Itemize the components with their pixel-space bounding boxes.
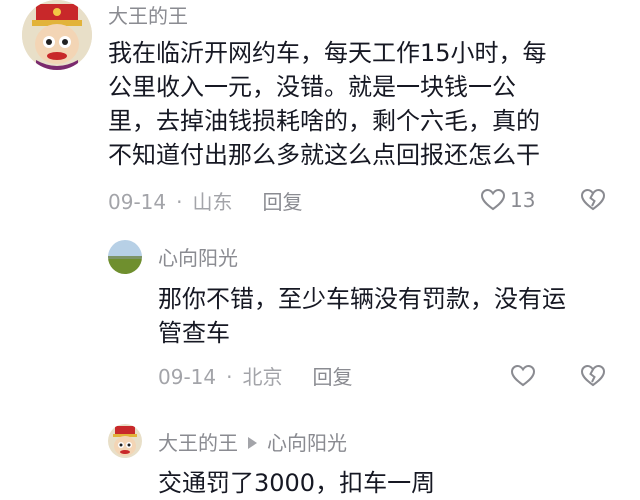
comment-location: 北京 [242, 365, 283, 389]
heart-icon [480, 188, 506, 211]
comment-meta: 09-14 · 北京 回复 [158, 365, 352, 389]
reply-to-author[interactable]: 心向阳光 [267, 431, 347, 455]
comment-text-line: 那你不错，至少车辆没有罚款，没有运 [158, 285, 566, 313]
broken-heart-icon [580, 364, 606, 387]
broken-heart-icon [580, 188, 606, 211]
comment-author[interactable]: 大王的王 [108, 4, 188, 28]
comment-text: 那你不错，至少车辆没有罚款，没有运 管查车 [158, 282, 628, 350]
comment-author[interactable]: 大王的王 [158, 431, 238, 455]
avatar[interactable] [108, 424, 142, 458]
landscape-avatar-icon [108, 240, 142, 274]
dislike-button[interactable] [580, 188, 606, 212]
avatar[interactable] [108, 240, 142, 274]
dislike-button[interactable] [580, 364, 606, 388]
comment-text-line: 交通罚了3000，扣车一周 [158, 469, 436, 497]
comment-date: 09-14 [158, 365, 217, 389]
comment-text-line: 公里收入一元，没错。就是一块钱一公 [108, 73, 516, 101]
reply-button[interactable]: 回复 [262, 190, 302, 214]
like-button[interactable] [510, 364, 536, 388]
comment-date: 09-14 [108, 190, 167, 214]
comment-text: 交通罚了3000，扣车一周 [158, 466, 628, 500]
separator-dot: · [176, 190, 183, 214]
comment-meta: 09-14 · 山东 回复 [108, 190, 302, 214]
comment-author-line: 大王的王 心向阳光 [158, 431, 347, 455]
comment-text-line: 里，去掉油钱损耗啥的，剩个六毛，真的 [108, 107, 540, 135]
comment-text-line: 管查车 [158, 319, 230, 347]
reply-arrow-icon [248, 437, 257, 449]
comment-author[interactable]: 心向阳光 [158, 246, 238, 270]
king-avatar-icon [108, 424, 142, 458]
heart-icon [510, 364, 536, 387]
comment-location: 山东 [192, 190, 233, 214]
avatar[interactable] [22, 0, 92, 70]
comment-text-line: 不知道付出那么多就这么点回报还怎么干 [108, 141, 540, 169]
like-count: 13 [510, 188, 536, 212]
separator-dot: · [226, 365, 233, 389]
king-avatar-icon [22, 0, 92, 70]
comment-text-line: 我在临沂开网约车，每天工作15小时，每 [108, 39, 547, 67]
reply-button[interactable]: 回复 [312, 365, 352, 389]
comment-text: 我在临沂开网约车，每天工作15小时，每 公里收入一元，没错。就是一块钱一公 里，… [108, 36, 628, 172]
like-button[interactable]: 13 [480, 188, 535, 212]
